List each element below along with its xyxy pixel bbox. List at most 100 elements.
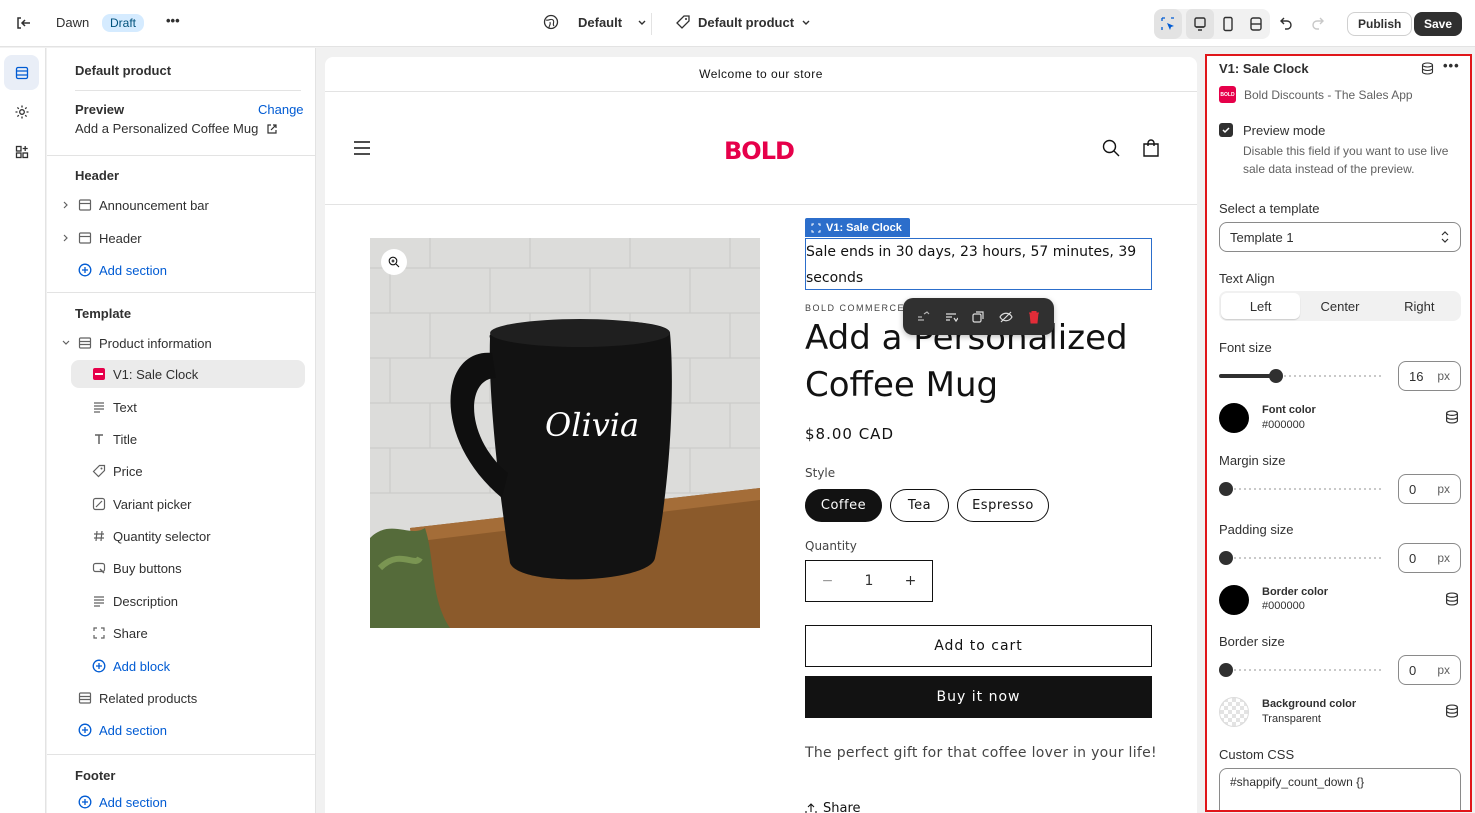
block-title[interactable]: Title: [47, 425, 315, 453]
block-buy-buttons[interactable]: Buy buttons: [47, 554, 315, 582]
preview-product-link[interactable]: Add a Personalized Coffee Mug: [75, 121, 278, 136]
market-selector[interactable]: Default: [543, 14, 648, 30]
template-select[interactable]: Template 1: [1219, 222, 1461, 252]
slider-handle[interactable]: [1219, 482, 1233, 496]
database-icon[interactable]: [1445, 704, 1459, 718]
template-selector[interactable]: Default product: [675, 14, 812, 30]
more-icon[interactable]: •••: [1443, 58, 1460, 73]
border-size-label: Border size: [1219, 634, 1285, 649]
quantity-value[interactable]: 1: [865, 573, 874, 589]
publish-button[interactable]: Publish: [1347, 12, 1413, 36]
border-color-swatch[interactable]: [1219, 585, 1249, 615]
style-option-espresso[interactable]: Espresso: [957, 489, 1049, 522]
apps-icon[interactable]: [4, 134, 39, 169]
database-icon[interactable]: [1445, 410, 1459, 424]
add-section-header[interactable]: Add section: [47, 256, 315, 284]
database-icon[interactable]: [1421, 62, 1434, 75]
font-size-input[interactable]: 16 px: [1398, 361, 1461, 391]
border-size-slider[interactable]: [1219, 663, 1383, 677]
share-button[interactable]: Share: [805, 801, 861, 813]
store-logo[interactable]: BOLD: [724, 137, 795, 165]
mobile-icon[interactable]: [1214, 9, 1242, 39]
border-size-input[interactable]: 0 px: [1398, 655, 1461, 685]
sale-clock-selection-tag[interactable]: V1: Sale Clock: [805, 218, 910, 237]
add-block[interactable]: Add block: [47, 652, 315, 680]
sections-panel: Default product Preview Change Add a Per…: [47, 48, 316, 813]
block-label: Variant picker: [113, 496, 192, 512]
app-attribution[interactable]: BOLD Bold Discounts - The Sales App: [1219, 86, 1413, 103]
nav-rail: [0, 48, 46, 813]
section-label: Header: [99, 230, 142, 246]
margin-size-input[interactable]: 0 px: [1398, 474, 1461, 504]
block-share[interactable]: Share: [47, 619, 315, 647]
font-size-value: 16: [1409, 368, 1424, 384]
fullwidth-icon[interactable]: [1242, 9, 1270, 39]
section-related-products[interactable]: Related products: [47, 684, 315, 712]
sale-clock-block[interactable]: Sale ends in 30 days, 23 hours, 57 minut…: [805, 238, 1152, 290]
add-to-cart-button[interactable]: Add to cart: [805, 625, 1152, 667]
align-center-option[interactable]: Center: [1300, 293, 1379, 319]
header-group-title: Header: [75, 168, 120, 183]
chevron-right-icon: [63, 201, 68, 209]
exit-icon[interactable]: [14, 14, 32, 32]
preview-mode-checkbox[interactable]: [1219, 123, 1233, 137]
custom-css-textarea[interactable]: #shappify_count_down {}: [1219, 768, 1461, 810]
product-image[interactable]: Olivia: [370, 238, 760, 628]
padding-size-input[interactable]: 0 px: [1398, 543, 1461, 573]
add-section-template[interactable]: Add section: [47, 716, 315, 744]
desktop-icon[interactable]: [1186, 9, 1214, 39]
section-announcement-bar[interactable]: Announcement bar: [47, 191, 315, 219]
block-variant-picker[interactable]: Variant picker: [47, 490, 315, 518]
slider-handle[interactable]: [1219, 663, 1233, 677]
announcement-bar[interactable]: Welcome to our store: [325, 57, 1197, 92]
plus-icon[interactable]: +: [905, 573, 917, 589]
slider-handle[interactable]: [1219, 551, 1233, 565]
section-icon: [77, 230, 93, 246]
market-label: Default: [578, 14, 623, 30]
settings-title: V1: Sale Clock: [1219, 61, 1309, 76]
align-left-option[interactable]: Left: [1221, 293, 1301, 319]
move-up-icon[interactable]: [916, 310, 930, 324]
block-description[interactable]: Description: [47, 587, 315, 615]
block-label: Buy buttons: [113, 560, 182, 576]
delete-icon[interactable]: [1027, 310, 1041, 324]
store-preview: Welcome to our store BOLD Olivia V1: Sal…: [325, 57, 1197, 813]
database-icon[interactable]: [1445, 592, 1459, 606]
block-price[interactable]: Price: [47, 457, 315, 485]
hide-icon[interactable]: [999, 310, 1013, 324]
settings-icon[interactable]: [4, 94, 39, 129]
block-sale-clock[interactable]: V1: Sale Clock: [71, 360, 305, 388]
menu-icon[interactable]: [352, 139, 372, 157]
slider-handle[interactable]: [1269, 369, 1283, 383]
add-section-footer[interactable]: Add section: [47, 788, 315, 813]
slider-track: [1219, 669, 1383, 671]
block-text[interactable]: Text: [47, 393, 315, 421]
move-down-icon[interactable]: [944, 310, 958, 324]
select-icon[interactable]: [1154, 9, 1182, 39]
redo-icon[interactable]: [1311, 16, 1325, 30]
padding-size-slider[interactable]: [1219, 551, 1383, 565]
block-quantity-selector[interactable]: Quantity selector: [47, 522, 315, 550]
minus-icon[interactable]: −: [822, 573, 834, 589]
sections-icon[interactable]: [4, 55, 39, 90]
zoom-icon[interactable]: [381, 249, 407, 275]
search-icon[interactable]: [1102, 139, 1120, 157]
save-button[interactable]: Save: [1414, 12, 1463, 36]
duplicate-icon[interactable]: [971, 310, 985, 324]
store-header[interactable]: BOLD: [325, 92, 1197, 205]
style-option-coffee[interactable]: Coffee: [805, 489, 882, 522]
font-color-swatch[interactable]: [1219, 403, 1249, 433]
block-settings-panel: V1: Sale Clock ••• BOLD Bold Discounts -…: [1205, 54, 1472, 812]
section-product-information[interactable]: Product information: [47, 329, 315, 357]
background-color-swatch[interactable]: [1219, 697, 1249, 727]
style-option-tea[interactable]: Tea: [890, 489, 949, 522]
align-right-option[interactable]: Right: [1380, 293, 1459, 319]
undo-icon[interactable]: [1279, 16, 1293, 30]
margin-size-slider[interactable]: [1219, 482, 1383, 496]
buy-now-button[interactable]: Buy it now: [805, 676, 1152, 718]
font-size-slider[interactable]: [1219, 369, 1383, 383]
more-icon[interactable]: •••: [166, 13, 180, 28]
change-preview-link[interactable]: Change: [258, 102, 304, 117]
section-header[interactable]: Header: [47, 224, 315, 252]
cart-icon[interactable]: [1142, 138, 1160, 158]
